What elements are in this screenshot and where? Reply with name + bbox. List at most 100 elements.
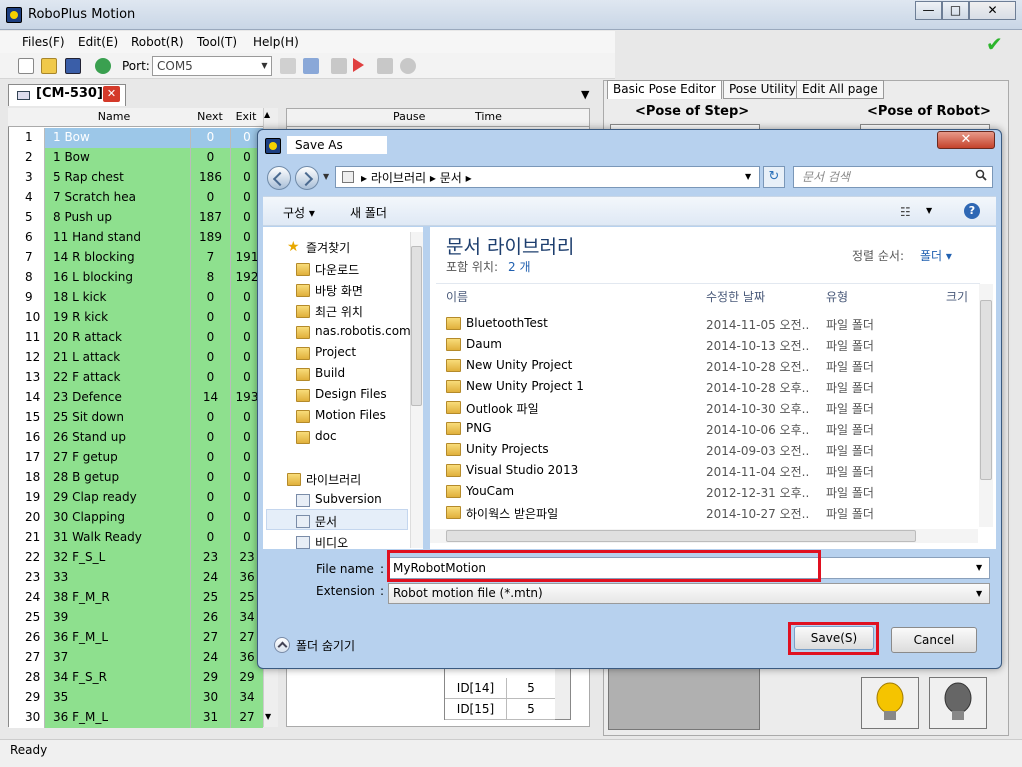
nav-item-8[interactable]: doc: [315, 429, 337, 443]
nav-lib-item-2[interactable]: 비디오: [315, 534, 348, 551]
id-row[interactable]: ID[15] 5: [445, 699, 555, 720]
connect-icon[interactable]: [280, 58, 296, 74]
menu-edit[interactable]: Edit(E): [78, 35, 118, 49]
new-file-icon[interactable]: [18, 58, 34, 74]
grid-row[interactable]: 16 26 Stand up 0 0: [9, 428, 263, 448]
id-row[interactable]: ID[14] 5: [445, 678, 555, 699]
grid-row[interactable]: 18 28 B getup 0 0: [9, 468, 263, 488]
grid-row[interactable]: 19 29 Clap ready 0 0: [9, 488, 263, 508]
view-options-icon[interactable]: ☷: [900, 205, 911, 219]
file-row[interactable]: YouCam 2012-12-31 오후... 파일 폴더: [446, 482, 976, 503]
open-folder-icon[interactable]: [41, 58, 57, 74]
new-folder-button[interactable]: 새 폴더: [350, 204, 387, 221]
tab-pose-utility[interactable]: Pose Utility: [723, 80, 802, 99]
panel-menu-icon[interactable]: ▼: [581, 88, 589, 101]
chevron-down-icon[interactable]: ▼: [745, 172, 751, 181]
grid-row[interactable]: 9 18 L kick 0 0: [9, 288, 263, 308]
nav-item-7[interactable]: Motion Files: [315, 408, 386, 422]
grid-row[interactable]: 14 23 Defence 14 193: [9, 388, 263, 408]
tab-close-icon[interactable]: ✕: [103, 86, 120, 102]
file-row[interactable]: Outlook 파일 2014-10-30 오후... 파일 폴더: [446, 398, 976, 419]
grid-row[interactable]: 35 Rap chest 186 0: [9, 168, 263, 188]
nav-item-0[interactable]: 다운로드: [315, 261, 359, 278]
record-icon[interactable]: [400, 58, 416, 74]
grid-row[interactable]: 20 30 Clapping 0 0: [9, 508, 263, 528]
grid-row[interactable]: 25 39 26 34: [9, 608, 263, 628]
menu-tool[interactable]: Tool(T): [197, 35, 237, 49]
organize-button[interactable]: 구성 ▾: [283, 204, 315, 221]
dialog-close-button[interactable]: ✕: [937, 131, 995, 149]
play-icon[interactable]: [353, 58, 364, 72]
help-icon[interactable]: ?: [964, 203, 980, 219]
download-icon[interactable]: [331, 58, 347, 74]
grid-row[interactable]: 15 25 Sit down 0 0: [9, 408, 263, 428]
grid-row[interactable]: 11 Bow 0 0: [9, 128, 263, 148]
grid-row[interactable]: 21 31 Walk Ready 0 0: [9, 528, 263, 548]
search-icon[interactable]: [975, 169, 987, 181]
menu-help[interactable]: Help(H): [253, 35, 299, 49]
nav-item-4[interactable]: Project: [315, 345, 356, 359]
scroll-up-icon[interactable]: ▲: [264, 110, 270, 119]
nav-item-6[interactable]: Design Files: [315, 387, 387, 401]
grid-row[interactable]: 24 38 F_M_R 25 25: [9, 588, 263, 608]
col-type[interactable]: 유형: [826, 288, 848, 305]
nav-item-3[interactable]: nas.robotis.com: [315, 324, 411, 338]
file-row[interactable]: New Unity Project 1 2014-10-28 오후... 파일 폴더: [446, 377, 976, 398]
grid-row[interactable]: 12 21 L attack 0 0: [9, 348, 263, 368]
nav-favorites[interactable]: 즐겨찾기: [306, 239, 350, 256]
tab-edit-all-page[interactable]: Edit All page: [796, 80, 884, 99]
nav-item-1[interactable]: 바탕 화면: [315, 282, 363, 299]
grid-row[interactable]: 10 19 R kick 0 0: [9, 308, 263, 328]
grid-row[interactable]: 8 16 L blocking 8 192: [9, 268, 263, 288]
undo-icon[interactable]: [95, 58, 111, 74]
grid-row[interactable]: 11 20 R attack 0 0: [9, 328, 263, 348]
grid-row[interactable]: 17 27 F getup 0 0: [9, 448, 263, 468]
file-row[interactable]: PNG 2014-10-06 오후... 파일 폴더: [446, 419, 976, 440]
nav-scroll-thumb[interactable]: [411, 246, 422, 406]
file-row[interactable]: BluetoothTest 2014-11-05 오전... 파일 폴더: [446, 314, 976, 335]
file-row[interactable]: Unity Projects 2014-09-03 오전... 파일 폴더: [446, 440, 976, 461]
address-path[interactable]: ▸ 라이브러리 ▸ 문서 ▸: [361, 169, 472, 186]
file-scroll-thumb[interactable]: [980, 300, 992, 480]
grid-row[interactable]: 26 36 F_M_L 27 27: [9, 628, 263, 648]
grid-row[interactable]: 21 Bow 0 0: [9, 148, 263, 168]
tab-basic-pose-editor[interactable]: Basic Pose Editor: [607, 80, 722, 99]
sort-dropdown[interactable]: 폴더 ▾: [920, 247, 952, 264]
library-locations-link[interactable]: 2 개: [508, 258, 531, 275]
grid-row[interactable]: 6 11 Hand stand 189 0: [9, 228, 263, 248]
grid-row[interactable]: 23 33 24 36: [9, 568, 263, 588]
menu-robot[interactable]: Robot(R): [131, 35, 184, 49]
nav-item-5[interactable]: Build: [315, 366, 345, 380]
grid-row[interactable]: 13 22 F attack 0 0: [9, 368, 263, 388]
torque-off-button[interactable]: [929, 677, 987, 729]
back-button[interactable]: [267, 166, 291, 190]
extension-select[interactable]: Robot motion file (*.mtn): [388, 583, 990, 604]
file-hscroll-thumb[interactable]: [446, 530, 916, 542]
disconnect-icon[interactable]: [303, 58, 319, 74]
nav-lib-item-1[interactable]: 문서: [315, 513, 337, 530]
chevron-down-icon[interactable]: ▼: [976, 589, 982, 598]
id-table-scrollbar[interactable]: [555, 661, 570, 719]
file-row[interactable]: 하이웍스 받은파일 2014-10-27 오전... 파일 폴더: [446, 503, 976, 524]
grid-row[interactable]: 27 37 24 36: [9, 648, 263, 668]
nav-item-2[interactable]: 최근 위치: [315, 303, 363, 320]
grid-row[interactable]: 47 Scratch hea 0 0: [9, 188, 263, 208]
col-size[interactable]: 크기: [946, 288, 968, 305]
grid-row[interactable]: 22 32 F_S_L 23 23: [9, 548, 263, 568]
close-button[interactable]: ✕: [969, 1, 1016, 20]
history-dropdown-icon[interactable]: ▼: [323, 172, 329, 181]
nav-libraries[interactable]: 라이브러리: [306, 471, 361, 488]
refresh-button[interactable]: ↻: [763, 166, 785, 188]
chevron-down-icon[interactable]: ▼: [258, 57, 271, 75]
maximize-button[interactable]: □: [942, 1, 969, 20]
chevron-down-icon[interactable]: ▼: [926, 206, 932, 215]
file-row[interactable]: Daum 2014-10-13 오전... 파일 폴더: [446, 335, 976, 356]
grid-row[interactable]: 28 34 F_S_R 29 29: [9, 668, 263, 688]
scroll-down-icon[interactable]: ▼: [265, 712, 271, 721]
save-icon[interactable]: [65, 58, 81, 74]
grid-row[interactable]: 58 Push up 187 0: [9, 208, 263, 228]
grid-row[interactable]: 29 35 30 34: [9, 688, 263, 708]
hide-folders-button[interactable]: 폴더 숨기기: [296, 637, 355, 654]
nav-lib-item-0[interactable]: Subversion: [315, 492, 382, 506]
stop-icon[interactable]: [377, 58, 393, 74]
